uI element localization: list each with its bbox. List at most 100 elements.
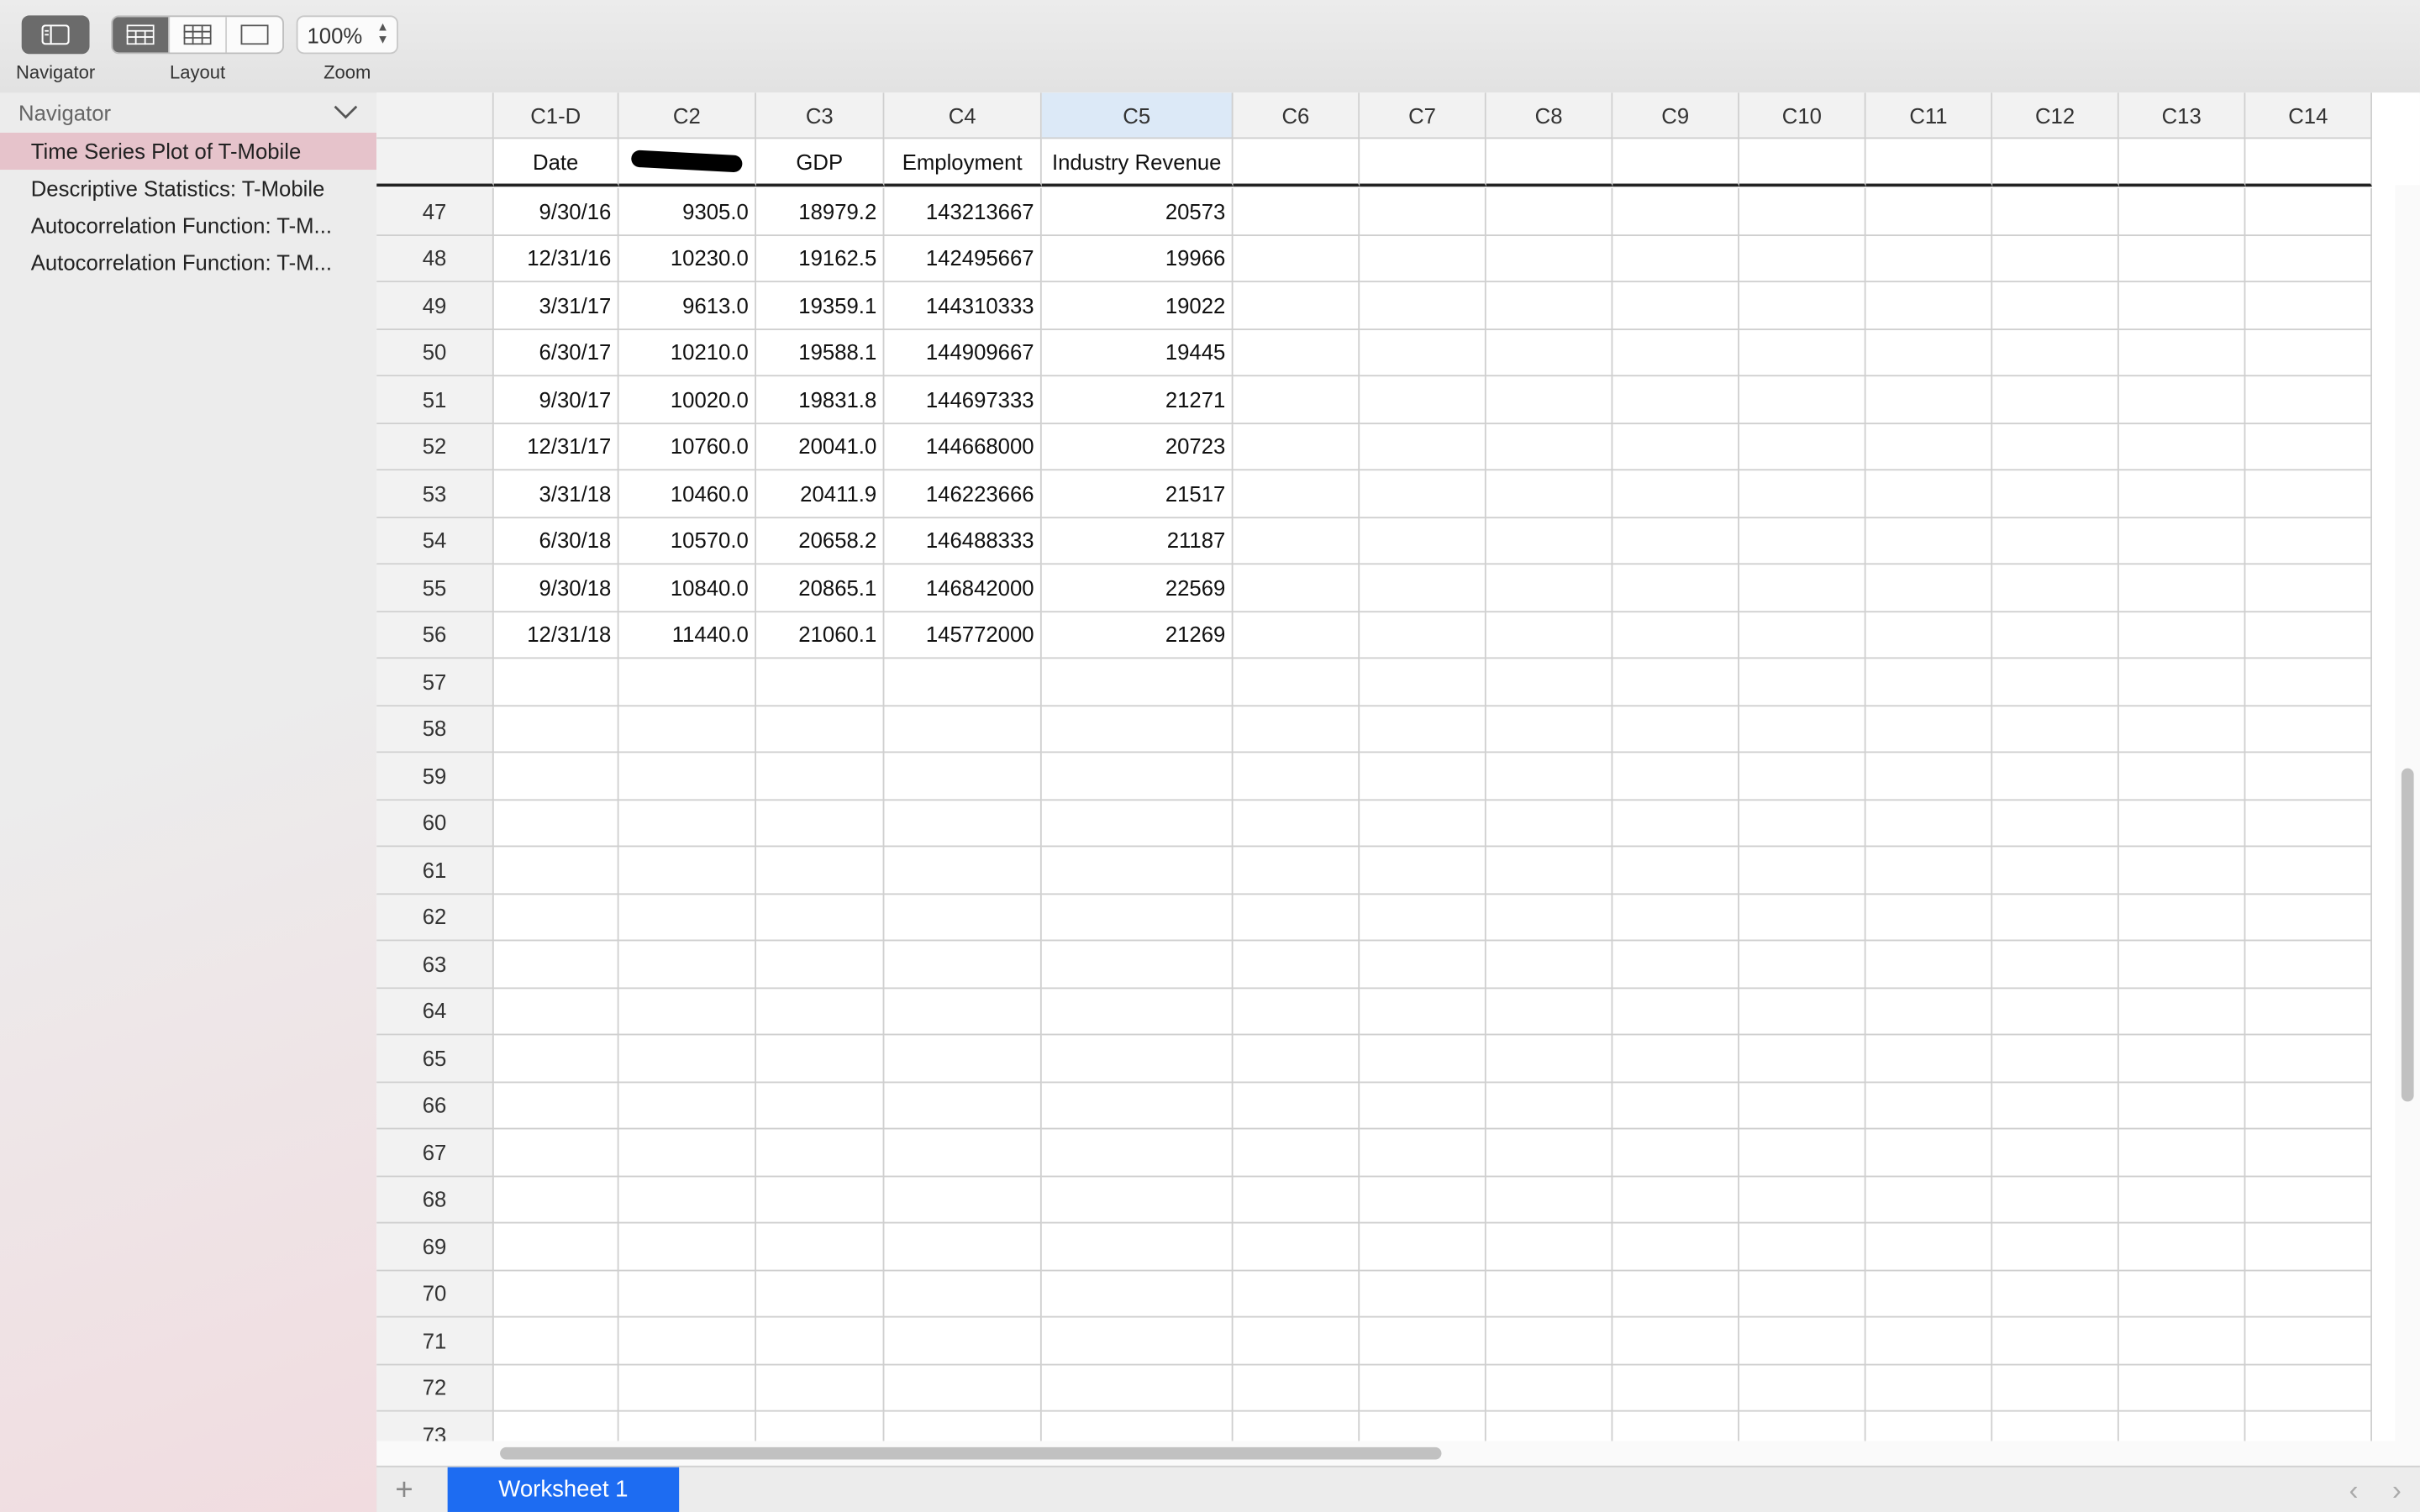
data-cell[interactable] bbox=[1865, 894, 1993, 942]
data-cell[interactable] bbox=[2245, 941, 2373, 989]
data-cell[interactable] bbox=[1992, 753, 2119, 801]
data-cell[interactable] bbox=[1739, 517, 1866, 565]
data-cell[interactable] bbox=[755, 1364, 885, 1412]
navigator-item[interactable]: Autocorrelation Function: T-M... bbox=[0, 207, 355, 244]
data-cell[interactable] bbox=[493, 1364, 619, 1412]
row-number[interactable]: 57 bbox=[376, 659, 494, 706]
data-cell[interactable] bbox=[1739, 706, 1866, 753]
data-cell[interactable] bbox=[1233, 1035, 1360, 1083]
data-cell[interactable] bbox=[493, 1317, 619, 1365]
data-cell[interactable]: 11440.0 bbox=[618, 612, 756, 659]
data-cell[interactable]: 19162.5 bbox=[755, 235, 885, 283]
data-cell[interactable] bbox=[1739, 941, 1866, 989]
data-cell[interactable]: 22569 bbox=[1041, 564, 1234, 612]
data-cell[interactable] bbox=[1612, 1082, 1739, 1130]
row-number[interactable]: 53 bbox=[376, 470, 494, 518]
data-cell[interactable] bbox=[1041, 753, 1234, 801]
data-cell[interactable] bbox=[2118, 188, 2246, 236]
data-cell[interactable]: 9305.0 bbox=[618, 188, 756, 236]
data-cell[interactable] bbox=[2245, 1223, 2373, 1271]
data-cell[interactable] bbox=[1612, 564, 1739, 612]
data-cell[interactable] bbox=[1992, 1411, 2119, 1441]
data-cell[interactable] bbox=[1612, 423, 1739, 471]
data-cell[interactable] bbox=[1360, 1223, 1486, 1271]
data-cell[interactable] bbox=[1739, 329, 1866, 377]
data-cell[interactable] bbox=[2118, 376, 2246, 424]
layout-worksheet-button[interactable] bbox=[170, 17, 227, 53]
data-cell[interactable] bbox=[1360, 1364, 1486, 1412]
data-cell[interactable] bbox=[1360, 470, 1486, 518]
data-cell[interactable] bbox=[2245, 753, 2373, 801]
data-cell[interactable] bbox=[1041, 1223, 1234, 1271]
data-cell[interactable]: 10570.0 bbox=[618, 517, 756, 565]
data-cell[interactable] bbox=[884, 1035, 1042, 1083]
data-cell[interactable] bbox=[1486, 1223, 1613, 1271]
data-cell[interactable] bbox=[1612, 800, 1739, 848]
data-cell[interactable] bbox=[1233, 612, 1360, 659]
data-cell[interactable] bbox=[2245, 1176, 2373, 1224]
data-cell[interactable] bbox=[1992, 376, 2119, 424]
data-cell[interactable] bbox=[1739, 235, 1866, 283]
data-cell[interactable] bbox=[884, 1364, 1042, 1412]
data-cell[interactable] bbox=[493, 1035, 619, 1083]
data-cell[interactable] bbox=[1739, 1364, 1866, 1412]
data-cell[interactable] bbox=[1041, 659, 1234, 706]
column-header[interactable]: C11 bbox=[1865, 92, 1993, 139]
data-cell[interactable] bbox=[1233, 329, 1360, 377]
column-header[interactable]: C3 bbox=[755, 92, 885, 139]
row-number[interactable]: 49 bbox=[376, 282, 494, 330]
data-cell[interactable] bbox=[1865, 423, 1993, 471]
column-header[interactable]: C10 bbox=[1739, 92, 1866, 139]
data-cell[interactable] bbox=[2245, 1270, 2373, 1318]
data-cell[interactable] bbox=[755, 1129, 885, 1177]
data-cell[interactable] bbox=[2118, 517, 2246, 565]
data-cell[interactable] bbox=[1041, 1176, 1234, 1224]
data-cell[interactable] bbox=[1233, 470, 1360, 518]
data-cell[interactable] bbox=[884, 1317, 1042, 1365]
data-cell[interactable] bbox=[1992, 988, 2119, 1036]
data-cell[interactable] bbox=[493, 1129, 619, 1177]
data-cell[interactable]: 10460.0 bbox=[618, 470, 756, 518]
data-cell[interactable] bbox=[1865, 612, 1993, 659]
data-cell[interactable] bbox=[1041, 706, 1234, 753]
data-cell[interactable] bbox=[1739, 282, 1866, 330]
data-cell[interactable] bbox=[1992, 1317, 2119, 1365]
data-cell[interactable] bbox=[2245, 564, 2373, 612]
data-cell[interactable] bbox=[1739, 753, 1866, 801]
row-number[interactable]: 56 bbox=[376, 612, 494, 659]
data-cell[interactable] bbox=[1992, 1364, 2119, 1412]
column-name-cell[interactable] bbox=[1612, 139, 1739, 187]
data-cell[interactable] bbox=[1739, 1176, 1866, 1224]
data-cell[interactable] bbox=[1233, 423, 1360, 471]
data-cell[interactable] bbox=[1992, 423, 2119, 471]
data-cell[interactable] bbox=[618, 706, 756, 753]
data-cell[interactable]: 3/31/17 bbox=[493, 282, 619, 330]
data-cell[interactable] bbox=[1233, 188, 1360, 236]
data-cell[interactable] bbox=[1486, 753, 1613, 801]
data-cell[interactable] bbox=[1865, 706, 1993, 753]
data-cell[interactable] bbox=[2245, 988, 2373, 1036]
vertical-scrollbar[interactable] bbox=[2395, 185, 2420, 1441]
data-cell[interactable]: 12/31/18 bbox=[493, 612, 619, 659]
data-cell[interactable]: 6/30/17 bbox=[493, 329, 619, 377]
data-cell[interactable] bbox=[618, 847, 756, 895]
navigator-item[interactable]: Time Series Plot of T-Mobile bbox=[0, 132, 377, 171]
data-cell[interactable] bbox=[493, 1082, 619, 1130]
data-cell[interactable] bbox=[2118, 894, 2246, 942]
data-cell[interactable] bbox=[1233, 753, 1360, 801]
data-cell[interactable]: 19022 bbox=[1041, 282, 1234, 330]
data-cell[interactable] bbox=[618, 1317, 756, 1365]
column-header[interactable]: C14 bbox=[2245, 92, 2373, 139]
data-cell[interactable] bbox=[1865, 376, 1993, 424]
data-cell[interactable] bbox=[755, 988, 885, 1036]
data-cell[interactable] bbox=[494, 1411, 619, 1441]
data-cell[interactable] bbox=[2118, 1364, 2246, 1412]
data-cell[interactable] bbox=[1360, 753, 1486, 801]
data-cell[interactable] bbox=[755, 1176, 885, 1224]
data-cell[interactable] bbox=[884, 1176, 1042, 1224]
data-cell[interactable] bbox=[2245, 282, 2373, 330]
data-cell[interactable] bbox=[2245, 612, 2373, 659]
stepper-arrows-icon[interactable]: ▲ ▼ bbox=[376, 21, 389, 46]
data-cell[interactable]: 12/31/16 bbox=[493, 235, 619, 283]
data-cell[interactable] bbox=[1992, 1270, 2119, 1318]
